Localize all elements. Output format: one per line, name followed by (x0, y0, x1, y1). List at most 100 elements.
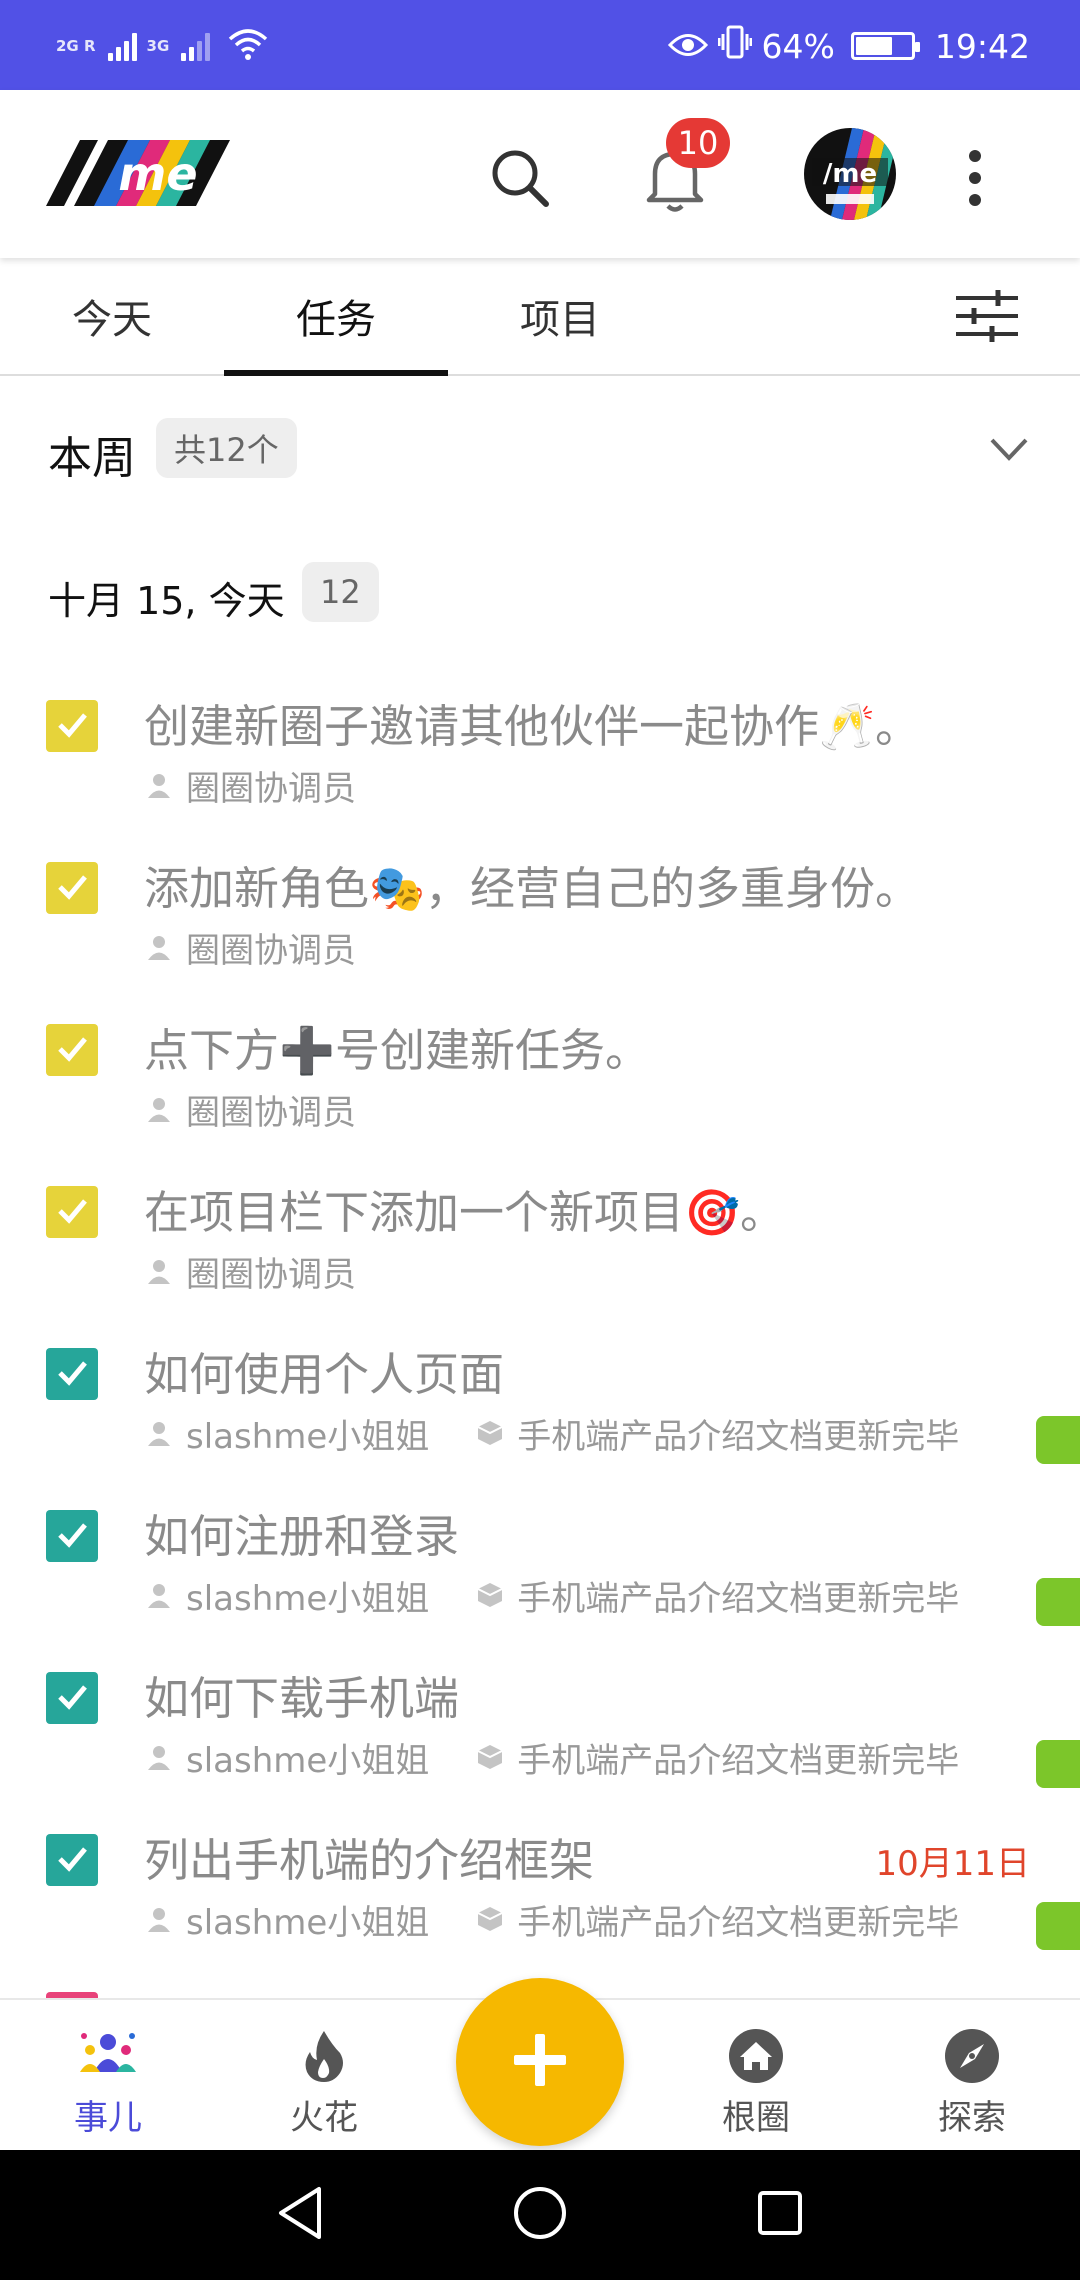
network-type-1: 2G R (56, 36, 96, 55)
eye-icon (667, 27, 708, 66)
task-row[interactable]: 如何注册和登录 slashme小姐姐 手机端产品介绍文档更新完毕 (0, 1490, 1080, 1652)
week-section-title: 本周 (48, 433, 136, 484)
week-collapse-toggle[interactable] (984, 424, 1034, 474)
check-icon (52, 1514, 92, 1558)
filter-button[interactable] (952, 286, 1022, 346)
task-row[interactable]: 如何使用个人页面 slashme小姐姐 手机端产品介绍文档更新完毕 (0, 1328, 1080, 1490)
cube-icon (475, 1904, 505, 1934)
cube-icon (475, 1418, 505, 1448)
person-icon (144, 1742, 174, 1772)
task-checkbox[interactable] (46, 1024, 98, 1076)
task-meta: slashme小姐姐 手机端产品介绍文档更新完毕 (144, 1733, 959, 1782)
plus-icon (508, 2028, 572, 2096)
task-checkbox[interactable] (46, 1672, 98, 1724)
nav-item-tasks[interactable]: 事儿 (0, 2000, 216, 2150)
search-icon (488, 146, 552, 214)
task-meta: 圈圈协调员 (144, 924, 356, 971)
task-title: 在项目栏下添加一个新项目🎯。 (144, 1186, 786, 1239)
task-checkbox[interactable] (46, 700, 98, 752)
task-project: 手机端产品介绍文档更新完毕 (475, 1571, 959, 1620)
more-vertical-icon (965, 146, 985, 214)
nav-label: 火花 (290, 2098, 358, 2138)
check-icon (52, 866, 92, 910)
app-logo[interactable]: me (46, 138, 230, 208)
home-circle-icon (512, 2185, 568, 2245)
task-project: 手机端产品介绍文档更新完毕 (475, 1733, 959, 1782)
task-list: 创建新圈子邀请其他伙伴一起协作🥂。 圈圈协调员 添加新角色🎭，经营自己的多重身份… (0, 680, 1080, 2000)
task-project: 手机端产品介绍文档更新完毕 (475, 1895, 959, 1944)
task-row[interactable]: 添加新角色🎭，经营自己的多重身份。 圈圈协调员 (0, 842, 1080, 1004)
person-icon (144, 1904, 174, 1934)
signal-2-icon (181, 31, 211, 61)
check-icon (52, 1838, 92, 1882)
back-triangle-icon (275, 2185, 325, 2245)
check-icon (52, 1028, 92, 1072)
task-row[interactable]: 点下方➕号创建新任务。 圈圈协调员 (0, 1004, 1080, 1166)
task-checkbox[interactable] (46, 1510, 98, 1562)
battery-icon (850, 32, 920, 60)
person-icon (144, 1418, 174, 1448)
recents-square-icon (755, 2188, 805, 2242)
day-count-badge: 12 (302, 562, 379, 622)
task-meta: 圈圈协调员 (144, 1086, 356, 1133)
battery-percent: 64% (761, 26, 835, 66)
wifi-icon (228, 27, 268, 65)
system-nav-bar (0, 2150, 1080, 2280)
tab-today[interactable]: 今天 (0, 258, 224, 374)
person-icon (144, 1256, 174, 1286)
task-tag (1036, 1740, 1080, 1788)
task-title: 列出手机端的介绍框架 (144, 1834, 595, 1887)
task-checkbox[interactable] (46, 862, 98, 914)
search-button[interactable] (480, 140, 560, 220)
nav-item-sparks[interactable]: 火花 (216, 2000, 432, 2150)
task-title: 点下方➕号创建新任务。 (144, 1024, 651, 1077)
task-project-name: 手机端产品介绍文档更新完毕 (517, 1902, 960, 1943)
home-button[interactable] (505, 2180, 575, 2250)
task-row[interactable]: 如何下载手机端 slashme小姐姐 手机端产品介绍文档更新完毕 (0, 1652, 1080, 1814)
task-assignee: 圈圈协调员 (186, 768, 356, 809)
task-due-date: 10月11日 (875, 1844, 1030, 1884)
task-meta: slashme小姐姐 手机端产品介绍文档更新完毕 (144, 1895, 959, 1944)
task-assignee: slashme小姐姐 (186, 1740, 430, 1781)
task-assignee: 圈圈协调员 (186, 930, 356, 971)
person-icon (144, 1580, 174, 1610)
task-checkbox[interactable] (46, 1348, 98, 1400)
vibrate-icon (717, 24, 753, 68)
notification-count-badge: 10 (666, 118, 730, 168)
task-meta: 圈圈协调员 (144, 762, 356, 809)
more-options-button[interactable] (950, 140, 1000, 220)
task-checkbox[interactable] (46, 1186, 98, 1238)
tab-tasks[interactable]: 任务 (224, 258, 448, 376)
nav-item-root-circle[interactable]: 根圈 (648, 2000, 864, 2150)
back-button[interactable] (265, 2180, 335, 2250)
task-project-name: 手机端产品介绍文档更新完毕 (517, 1578, 960, 1619)
task-project: 手机端产品介绍文档更新完毕 (475, 1409, 959, 1458)
task-title: 如何注册和登录 (144, 1510, 460, 1563)
week-count-badge: 共12个 (156, 418, 297, 478)
task-assignee: slashme小姐姐 (186, 1416, 430, 1457)
recents-button[interactable] (745, 2180, 815, 2250)
network-type-2: 3G (146, 36, 170, 55)
tab-projects[interactable]: 项目 (448, 258, 672, 374)
check-icon (52, 1190, 92, 1234)
nav-label: 探索 (938, 2098, 1006, 2138)
avatar[interactable]: /me (804, 128, 896, 220)
clock: 19:42 (934, 26, 1030, 66)
cube-icon (475, 1580, 505, 1610)
task-title: 添加新角色🎭，经营自己的多重身份。 (144, 862, 921, 915)
person-icon (144, 932, 174, 962)
task-project-name: 手机端产品介绍文档更新完毕 (517, 1740, 960, 1781)
sliders-icon (952, 290, 1022, 350)
task-row[interactable]: 创建新圈子邀请其他伙伴一起协作🥂。 圈圈协调员 (0, 680, 1080, 842)
task-row[interactable]: 在项目栏下添加一个新项目🎯。 圈圈协调员 (0, 1166, 1080, 1328)
task-tag (1036, 1578, 1080, 1626)
check-icon (52, 704, 92, 748)
task-row[interactable]: 列出手机端的介绍框架 10月11日 slashme小姐姐 手机端产品介绍文档更新… (0, 1814, 1080, 1976)
task-checkbox[interactable] (46, 1834, 98, 1886)
svg-text:me: me (118, 147, 197, 201)
signal-indicators: 2G R 3G (56, 22, 268, 70)
task-assignee: 圈圈协调员 (186, 1254, 356, 1295)
flame-icon (294, 2028, 354, 2084)
add-task-fab[interactable] (456, 1978, 624, 2146)
nav-item-explore[interactable]: 探索 (864, 2000, 1080, 2150)
